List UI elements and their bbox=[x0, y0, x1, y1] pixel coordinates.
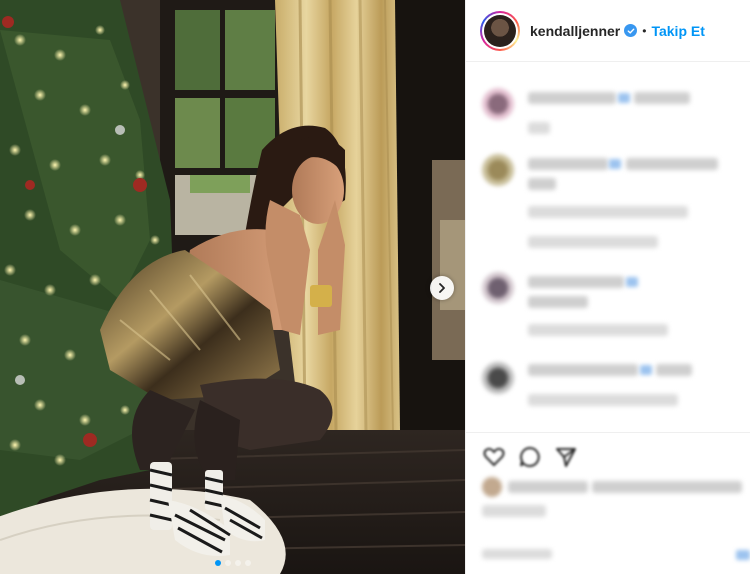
blurred-comment-text bbox=[528, 122, 550, 134]
carousel-indicator bbox=[0, 560, 465, 566]
carousel-dot bbox=[244, 560, 251, 566]
profile-picture bbox=[484, 14, 516, 47]
blurred-comment-meta bbox=[528, 324, 668, 336]
carousel-dot bbox=[214, 560, 221, 566]
commenter-avatar[interactable] bbox=[482, 88, 514, 120]
share-icon[interactable] bbox=[554, 445, 578, 469]
username-link[interactable]: kendalljenner bbox=[530, 23, 620, 39]
heart-icon[interactable] bbox=[482, 445, 506, 469]
blurred-comment-text bbox=[634, 92, 690, 104]
verified-badge-icon bbox=[624, 24, 638, 37]
avatar[interactable] bbox=[480, 10, 520, 51]
commenter-avatar[interactable] bbox=[482, 272, 514, 304]
blurred-comment-text bbox=[528, 276, 624, 288]
post-actions bbox=[466, 432, 750, 574]
blurred-comment-text bbox=[528, 296, 588, 308]
comment-icon[interactable] bbox=[518, 445, 542, 469]
blurred-likes-text bbox=[592, 481, 742, 493]
commenter-avatar[interactable] bbox=[482, 154, 514, 186]
photo-image bbox=[0, 0, 465, 574]
blurred-timestamp bbox=[482, 549, 552, 559]
follow-button[interactable]: Takip Et bbox=[651, 23, 704, 39]
blurred-comment-text bbox=[528, 178, 556, 190]
carousel-dot bbox=[234, 560, 241, 566]
post-side-panel: kendalljenner • Takip Et bbox=[465, 0, 750, 574]
blurred-badge bbox=[626, 277, 638, 287]
commenter-avatar[interactable] bbox=[482, 362, 514, 394]
blurred-badge bbox=[640, 365, 652, 375]
blurred-comment-text bbox=[528, 158, 608, 170]
blurred-post-button[interactable] bbox=[736, 550, 750, 560]
blurred-comment-meta bbox=[528, 394, 678, 406]
carousel-next-button[interactable] bbox=[430, 276, 454, 300]
blurred-comment-meta bbox=[528, 206, 688, 218]
blurred-comment-text bbox=[528, 364, 638, 376]
liker-avatar[interactable] bbox=[482, 477, 502, 497]
comment-list bbox=[466, 62, 750, 432]
header-separator: • bbox=[642, 23, 647, 38]
blurred-badge bbox=[618, 93, 630, 103]
blurred-badge bbox=[609, 159, 621, 169]
blurred-likes-text bbox=[482, 505, 546, 517]
carousel-dot bbox=[224, 560, 231, 566]
post-photo[interactable] bbox=[0, 0, 465, 574]
blurred-comment-text bbox=[626, 158, 718, 170]
blurred-comment-text bbox=[528, 92, 616, 104]
blurred-likes-text bbox=[508, 481, 588, 493]
blurred-reply-link bbox=[528, 236, 658, 248]
chevron-right-icon bbox=[439, 283, 445, 293]
blurred-comment-text bbox=[656, 364, 692, 376]
post-header: kendalljenner • Takip Et bbox=[466, 0, 750, 62]
